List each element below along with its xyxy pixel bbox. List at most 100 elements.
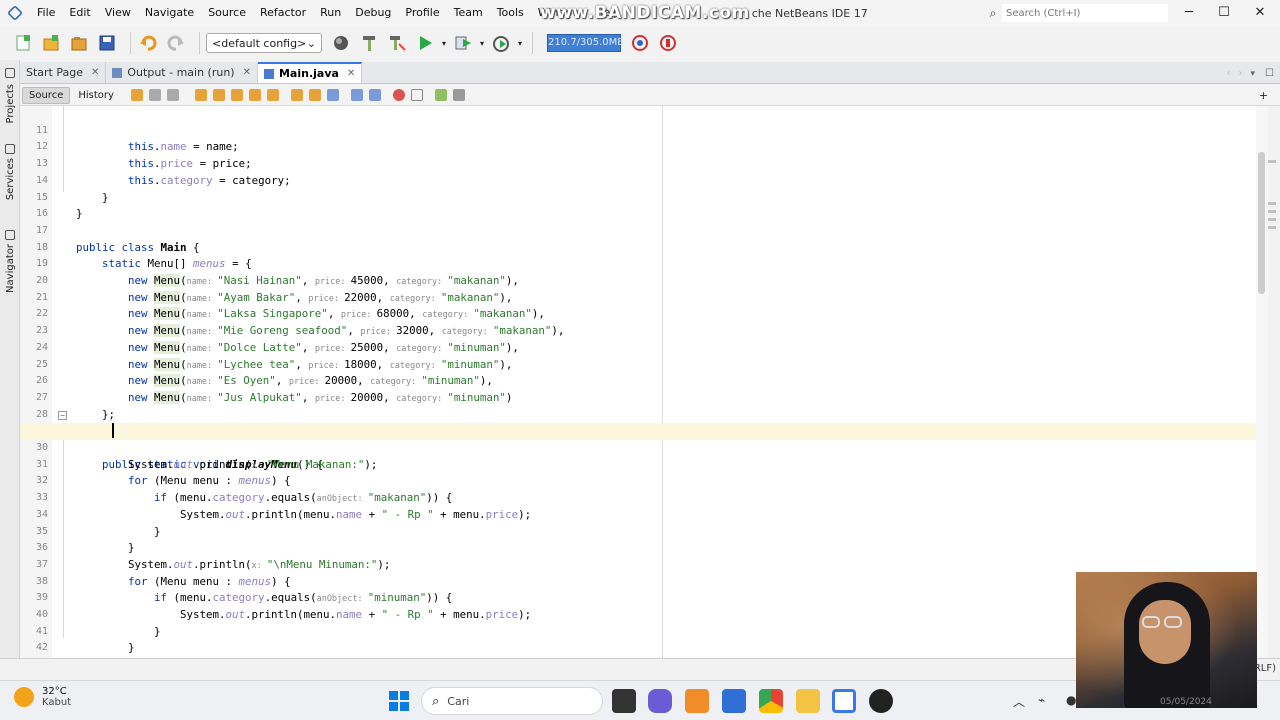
weather-condition: Kabut [42,697,72,708]
prev-bookmark-icon[interactable] [290,89,303,101]
build-hammer-icon[interactable] [358,32,380,54]
fold-toggle-icon[interactable]: − [58,410,67,420]
close-icon[interactable]: ✕ [91,67,99,78]
memory-indicator[interactable]: 210.7/305.0MB [547,34,624,52]
run-dropdown-icon[interactable]: ▾ [442,39,446,48]
undo-icon[interactable] [137,32,159,54]
taskbar-search[interactable]: ⌕ Cari [421,687,603,715]
globe-icon[interactable] [330,32,352,54]
redo-icon[interactable] [165,32,187,54]
new-project-icon[interactable] [40,32,62,54]
chrome-icon[interactable] [759,689,783,713]
uncomment-icon[interactable] [452,89,465,101]
menu-tools[interactable]: Tools [490,0,531,26]
profiler-snapshot-icon[interactable] [657,32,679,54]
error-stripe-mark[interactable] [1268,210,1276,213]
shift-left-icon[interactable] [350,89,363,101]
find-previous-icon[interactable] [212,89,225,101]
open-project-icon[interactable] [68,32,90,54]
error-stripe-mark[interactable] [1268,160,1276,163]
file-explorer-icon[interactable] [796,689,820,713]
bandicam-icon[interactable] [869,689,893,713]
toggle-rect-select-icon[interactable] [266,89,279,101]
tray-expand-icon[interactable]: ︿ [1013,693,1025,710]
services-tab[interactable]: Services [0,140,20,200]
menu-refactor[interactable]: Refactor [253,0,313,26]
notepad-icon[interactable] [722,689,746,713]
maximize-button[interactable]: ☐ [1207,0,1241,26]
code-line: 38 if (menu.category.equals(anObject: "m… [20,557,1260,605]
tab-list-icon[interactable]: ▾ [1251,69,1256,79]
menu-run[interactable]: Run [313,0,348,26]
profile-icon[interactable] [490,32,512,54]
comment-icon[interactable] [434,89,447,101]
error-stripe-mark[interactable] [1268,202,1276,205]
history-mode-button[interactable]: History [72,88,120,103]
weather-widget[interactable]: 32°C Kabut [14,686,71,708]
tab-start-page[interactable]: Start Page ✕ [20,62,107,83]
menu-debug[interactable]: Debug [348,0,398,26]
maximize-editor-icon[interactable]: ☐ [1265,68,1274,79]
scroll-tabs-right-icon[interactable]: › [1239,68,1243,79]
tab-output[interactable]: Output - main (run) ✕ [106,62,258,83]
window-title: www.BANDICAM.com che NetBeans IDE 17 [540,0,868,26]
debug-icon[interactable] [452,32,474,54]
debug-dropdown-icon[interactable]: ▾ [480,39,484,48]
clean-build-icon[interactable] [386,32,408,54]
back-icon[interactable] [148,89,161,101]
scroll-tabs-left-icon[interactable]: ‹ [1227,68,1231,79]
toggle-bookmark-icon[interactable] [326,89,339,101]
code-line: 31 for (Menu menu : menus) { [20,440,1260,488]
next-bookmark-icon[interactable] [308,89,321,101]
search-icon[interactable]: ⌕ [984,6,1002,21]
netbeans-taskbar-icon[interactable] [832,689,856,713]
code-editor[interactable]: 11 this.name = name; 12 this.price = pri… [20,106,1260,658]
menu-view[interactable]: View [98,0,138,26]
code-line: 24 new Menu(name: "Lychee tea", price: 1… [20,323,1260,371]
config-select[interactable]: <default config> ⌄ [206,33,322,53]
menu-file[interactable]: File [30,0,62,26]
ide-search-input[interactable] [1002,4,1168,22]
close-icon[interactable]: ✕ [347,68,355,79]
close-icon[interactable]: ✕ [243,67,251,78]
task-view-icon[interactable] [612,689,636,713]
toggle-highlight-icon[interactable] [248,89,261,101]
navigator-tab[interactable]: Navigator [0,226,20,293]
minimize-button[interactable]: ─ [1172,0,1206,26]
find-selection-icon[interactable] [194,89,207,101]
menu-source[interactable]: Source [201,0,253,26]
profile-dropdown-icon[interactable]: ▾ [518,39,522,48]
run-icon[interactable] [414,32,436,54]
network-icon[interactable]: ⌁ [1038,693,1045,707]
microphone-icon[interactable]: ● [1066,693,1076,707]
forward-icon[interactable] [166,89,179,101]
tab-label: Main.java [278,67,339,80]
save-all-icon[interactable] [96,32,118,54]
windows-start-icon[interactable] [389,691,409,711]
new-file-icon[interactable] [12,32,34,54]
gc-icon[interactable] [629,32,651,54]
menu-navigate[interactable]: Navigate [138,0,201,26]
menu-profile[interactable]: Profile [398,0,446,26]
add-split-icon[interactable]: + [1259,89,1268,102]
chat-icon[interactable] [648,689,672,713]
tab-main-java[interactable]: Main.java ✕ [257,62,363,83]
find-next-icon[interactable] [230,89,243,101]
shift-right-icon[interactable] [368,89,381,101]
projects-tab[interactable]: Projects [0,64,20,123]
scrollbar-thumb[interactable] [1258,152,1265,294]
last-edit-icon[interactable] [130,89,143,101]
xampp-icon[interactable] [685,689,709,713]
start-macro-icon[interactable] [392,89,405,101]
stop-macro-icon[interactable] [410,89,423,101]
editor-scrollbar[interactable] [1256,106,1268,658]
error-stripe-mark[interactable] [1268,218,1276,221]
menu-edit[interactable]: Edit [62,0,97,26]
code-line: 43 [20,640,1260,657]
menu-team[interactable]: Team [447,0,490,26]
source-mode-button[interactable]: Source [22,86,71,104]
toolbar-separator [199,32,200,54]
error-stripe-mark[interactable] [1268,226,1276,229]
line-ending-indicator[interactable]: RLF) [1254,663,1276,674]
close-button[interactable]: ✕ [1243,0,1277,26]
